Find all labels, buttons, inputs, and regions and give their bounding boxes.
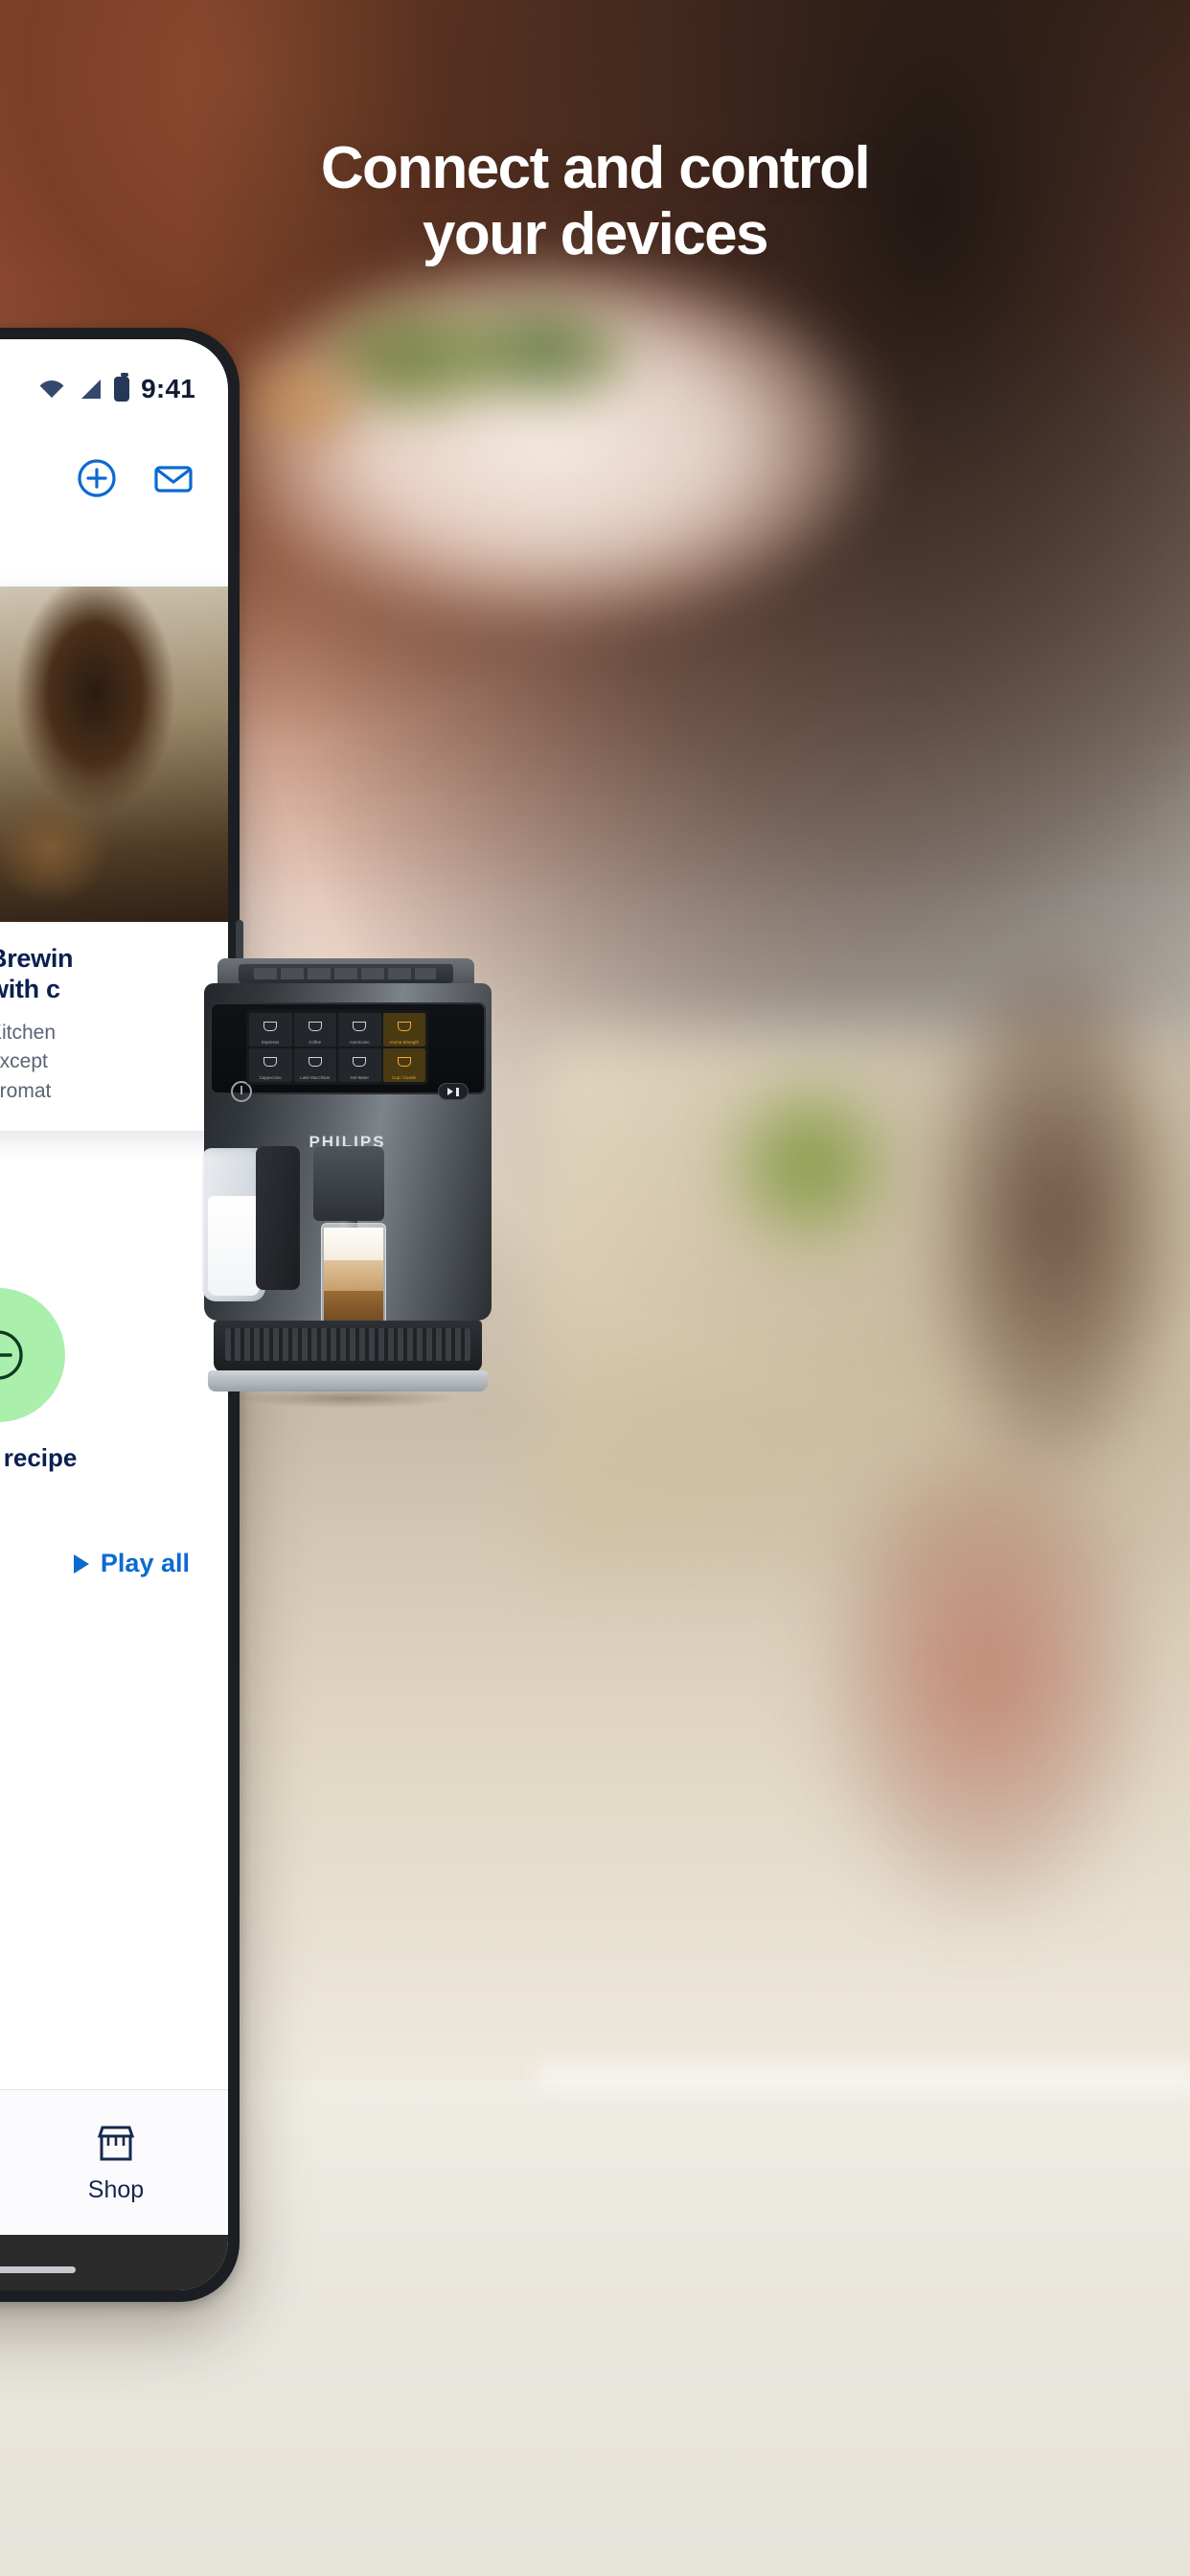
background-warm-blur (805, 1438, 1190, 2032)
article-card-body: Brewin with c Kitchen except aromat (0, 922, 228, 1131)
headline-line-1: Connect and control (320, 135, 871, 201)
play-triangle-icon (73, 1553, 89, 1574)
tab-shop[interactable]: Shop (4, 2090, 228, 2235)
drink-cell: Hot Water (338, 1048, 381, 1082)
drink-label: Americano (349, 1040, 370, 1045)
article-card-desc-line-3: aromat (0, 1079, 52, 1102)
article-card-desc-line-1: Kitchen (0, 1021, 57, 1044)
quick-action-create-recipe[interactable]: Create recipe (0, 1288, 92, 1473)
plus-circle-icon (0, 1330, 23, 1380)
mail-icon[interactable] (151, 456, 195, 500)
drink-label: Coffee (309, 1040, 322, 1045)
drink-label: Cup / Carafe (392, 1075, 417, 1080)
milk-level (208, 1196, 260, 1296)
article-card-title-line-2: with c (0, 975, 60, 1004)
drink-label: Cappuccino (259, 1075, 282, 1080)
screenshot-root: Connect and control your devices 9:41 re… (0, 0, 1190, 2576)
headline-line-2: your devices (423, 201, 768, 268)
drink-label: Espresso (262, 1040, 280, 1045)
milk-frother-arm (256, 1146, 300, 1290)
article-card-title-line-1: Brewin (0, 944, 74, 973)
bottom-tab-bar: Appliances Shop (0, 2089, 228, 2235)
machine-shadow (196, 1388, 499, 1414)
drink-cell: Cup / Carafe (382, 1048, 425, 1082)
page-headline: Connect and control your devices (0, 135, 1190, 268)
coffee-machine: Espresso Coffee Americano Aroma Strength… (196, 958, 499, 1418)
article-card-desc-line-2: except (0, 1050, 48, 1073)
machine-lid-grooves (254, 968, 436, 979)
play-all-label: Play all (100, 1549, 190, 1577)
drink-cell: Cappuccino (249, 1048, 292, 1082)
article-card-title: Brewin with c (0, 943, 224, 1005)
drink-cell: Latte Macchiato (293, 1048, 336, 1082)
coffee-spout (313, 1146, 384, 1221)
background-counter-edge (537, 2065, 1190, 2104)
drink-cell: Coffee (293, 1013, 336, 1046)
quick-action-label: Create recipe (0, 1443, 78, 1472)
status-bar-right: 9:41 (37, 373, 195, 404)
latte-foam-layer (324, 1228, 383, 1260)
tab-label: Shop (87, 2176, 145, 2203)
start-stop-button[interactable] (438, 1083, 469, 1100)
home-indicator (0, 2235, 228, 2290)
drink-label: Hot Water (350, 1075, 370, 1080)
app-header-actions (75, 456, 195, 500)
drink-label: Aroma Strength (389, 1040, 420, 1045)
drink-cell: Americano (338, 1013, 381, 1046)
article-card-description: Kitchen except aromat (0, 1019, 224, 1106)
status-time: 9:41 (141, 374, 195, 403)
machine-display[interactable]: Espresso Coffee Americano Aroma Strength… (246, 1010, 428, 1085)
store-icon (97, 2126, 135, 2161)
add-circle-icon[interactable] (75, 456, 119, 500)
drink-cell: Aroma Strength (382, 1013, 425, 1046)
quick-actions-row: es Create recipe (0, 1288, 92, 1473)
signal-icon (81, 380, 102, 399)
article-card-image (0, 586, 228, 922)
battery-icon (114, 373, 130, 402)
create-recipe-circle (0, 1288, 65, 1422)
article-card[interactable]: Brewin with c Kitchen except aromat (0, 586, 228, 1132)
drip-tray-grid (225, 1328, 470, 1361)
article-carousel[interactable]: el ways to o take our e next level. Brew… (0, 586, 228, 1132)
app-header (0, 443, 228, 535)
drink-cell: Espresso (249, 1013, 292, 1046)
latte-milk-layer (324, 1260, 383, 1291)
status-bar: 9:41 (0, 339, 228, 443)
play-all-button[interactable]: Play all (73, 1549, 190, 1578)
phone-screen: 9:41 rewin ith c itchen xcept romat reci… (0, 339, 228, 2290)
drink-label: Latte Macchiato (300, 1075, 331, 1080)
wifi-icon (39, 380, 64, 398)
